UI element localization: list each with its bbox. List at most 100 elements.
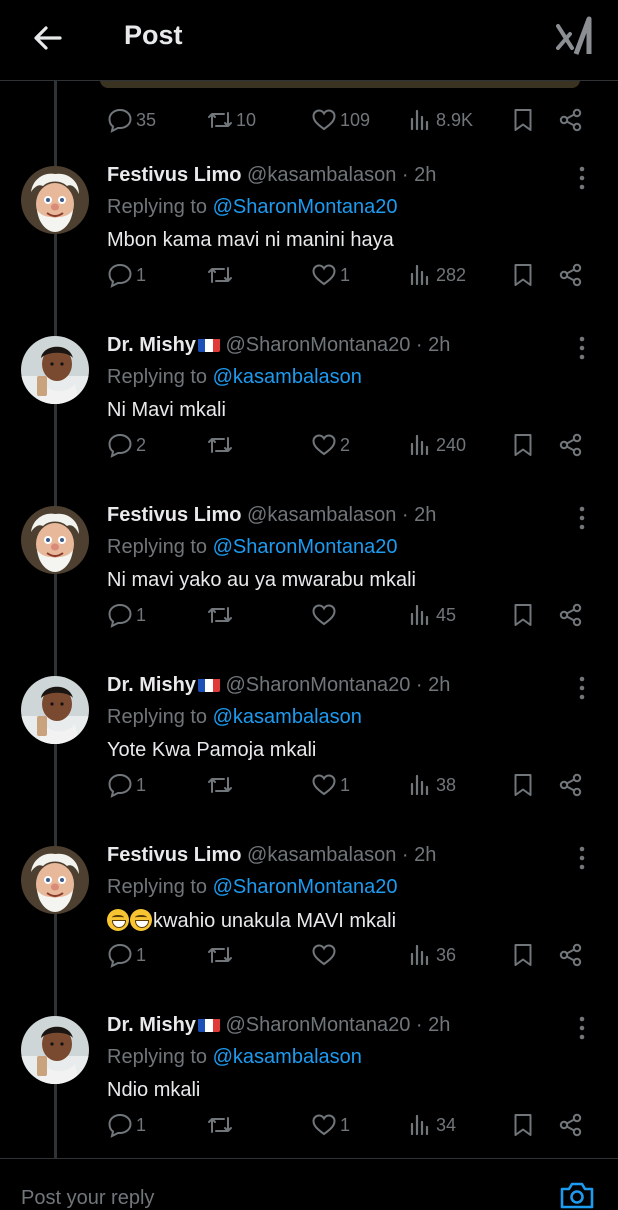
replying-to-mention[interactable]: @SharonMontana20: [213, 536, 398, 558]
bookmark-button[interactable]: [510, 255, 536, 295]
share-button[interactable]: [558, 765, 584, 805]
repost-button[interactable]: [207, 255, 236, 295]
like-button[interactable]: [311, 935, 340, 975]
x-logo-icon[interactable]: [556, 16, 594, 56]
reply-item[interactable]: Festivus Limo @kasambalason · 2h Replyin…: [0, 830, 618, 1000]
views-button[interactable]: 8.9K: [407, 100, 473, 140]
grinning-face-emoji: [107, 909, 129, 931]
views-button[interactable]: 38: [407, 765, 456, 805]
bookmark-icon: [514, 944, 532, 966]
arrow-left-icon[interactable]: [30, 20, 66, 56]
like-button[interactable]: 1: [311, 255, 350, 295]
camera-icon[interactable]: [558, 1179, 596, 1209]
share-button[interactable]: [558, 935, 584, 975]
repost-button[interactable]: [207, 765, 236, 805]
views-button[interactable]: 282: [407, 255, 466, 295]
reply-header: Dr. Mishy @SharonMontana20 · 2h: [107, 1014, 450, 1037]
view-count: 34: [436, 1114, 457, 1135]
share-button[interactable]: [558, 255, 584, 295]
share-button[interactable]: [558, 595, 584, 635]
like-button[interactable]: 1: [311, 1105, 350, 1145]
more-options-icon[interactable]: [574, 504, 590, 532]
reply-button[interactable]: 2: [107, 425, 146, 465]
display-name[interactable]: Festivus Limo: [107, 164, 241, 186]
share-button[interactable]: [558, 1105, 584, 1145]
reply-button[interactable]: 1: [107, 255, 146, 295]
reply-header: Festivus Limo @kasambalason · 2h: [107, 844, 436, 867]
reply-count: 1: [136, 1114, 147, 1135]
more-options-icon[interactable]: [574, 1014, 590, 1042]
share-button[interactable]: [558, 100, 584, 140]
reply-header: Dr. Mishy @SharonMontana20 · 2h: [107, 674, 450, 697]
avatar[interactable]: [21, 676, 89, 744]
display-name[interactable]: Festivus Limo: [107, 504, 241, 526]
bookmark-button[interactable]: [510, 765, 536, 805]
reply-text: Mbon kama mavi ni manini haya: [107, 229, 394, 252]
views-button[interactable]: 36: [407, 935, 456, 975]
views-icon: [410, 604, 429, 626]
like-button[interactable]: 1: [311, 765, 350, 805]
reply-button[interactable]: 1: [107, 935, 146, 975]
replying-to-mention[interactable]: @SharonMontana20: [213, 876, 398, 898]
user-handle[interactable]: @kasambalason: [247, 164, 396, 186]
share-button[interactable]: [558, 425, 584, 465]
replying-to-mention[interactable]: @kasambalason: [213, 366, 362, 388]
reply-item[interactable]: Festivus Limo @kasambalason · 2h Replyin…: [0, 150, 618, 320]
like-button[interactable]: [311, 595, 340, 635]
repost-button[interactable]: [207, 595, 236, 635]
avatar[interactable]: [21, 506, 89, 574]
repost-button[interactable]: [207, 1105, 236, 1145]
avatar[interactable]: [21, 846, 89, 914]
reply-button[interactable]: 1: [107, 595, 146, 635]
bookmark-button[interactable]: [510, 425, 536, 465]
reply-composer[interactable]: Post your reply: [0, 1158, 618, 1209]
more-options-icon[interactable]: [574, 674, 590, 702]
repost-button[interactable]: 10: [207, 100, 256, 140]
reply-item[interactable]: Dr. Mishy @SharonMontana20 · 2h Replying…: [0, 660, 618, 830]
reply-input[interactable]: Post your reply: [21, 1187, 154, 1210]
user-handle[interactable]: @kasambalason: [247, 844, 396, 866]
bookmark-button[interactable]: [510, 1105, 536, 1145]
reply-button[interactable]: 1: [107, 1105, 146, 1145]
display-name[interactable]: Festivus Limo: [107, 844, 241, 866]
user-handle[interactable]: @SharonMontana20: [225, 334, 410, 356]
reply-item[interactable]: Dr. Mishy @SharonMontana20 · 2h Replying…: [0, 1000, 618, 1170]
user-handle[interactable]: @kasambalason: [247, 504, 396, 526]
more-options-icon[interactable]: [574, 334, 590, 362]
bookmark-button[interactable]: [510, 595, 536, 635]
views-icon: [410, 434, 429, 456]
user-handle[interactable]: @SharonMontana20: [225, 674, 410, 696]
reply-count: 2: [136, 434, 147, 455]
display-name[interactable]: Dr. Mishy: [107, 1014, 196, 1036]
replying-to-line: Replying to @kasambalason: [107, 706, 362, 729]
avatar[interactable]: [21, 166, 89, 234]
views-button[interactable]: 34: [407, 1105, 456, 1145]
reply-button[interactable]: 1: [107, 765, 146, 805]
reply-count: 35: [136, 109, 157, 130]
reply-item[interactable]: Dr. Mishy @SharonMontana20 · 2h Replying…: [0, 320, 618, 490]
like-count: 2: [340, 434, 351, 455]
views-button[interactable]: 240: [407, 425, 466, 465]
repost-icon: [208, 777, 232, 793]
repost-button[interactable]: [207, 425, 236, 465]
bookmark-button[interactable]: [510, 935, 536, 975]
replying-to-mention[interactable]: @kasambalason: [213, 706, 362, 728]
like-button[interactable]: 109: [311, 100, 370, 140]
more-options-icon[interactable]: [574, 164, 590, 192]
avatar[interactable]: [21, 1016, 89, 1084]
reply-button[interactable]: 35: [107, 100, 156, 140]
display-name[interactable]: Dr. Mishy: [107, 674, 196, 696]
repost-button[interactable]: [207, 935, 236, 975]
reply-header: Dr. Mishy @SharonMontana20 · 2h: [107, 334, 450, 357]
avatar[interactable]: [21, 336, 89, 404]
reply-item[interactable]: Festivus Limo @kasambalason · 2h Replyin…: [0, 490, 618, 660]
views-button[interactable]: 45: [407, 595, 456, 635]
user-handle[interactable]: @SharonMontana20: [225, 1014, 410, 1036]
more-options-icon[interactable]: [574, 844, 590, 872]
like-button[interactable]: 2: [311, 425, 350, 465]
replying-to-mention[interactable]: @kasambalason: [213, 1046, 362, 1068]
bookmark-button[interactable]: [510, 100, 536, 140]
replying-to-mention[interactable]: @SharonMontana20: [213, 196, 398, 218]
display-name[interactable]: Dr. Mishy: [107, 334, 196, 356]
post-time: · 2h: [401, 164, 437, 186]
